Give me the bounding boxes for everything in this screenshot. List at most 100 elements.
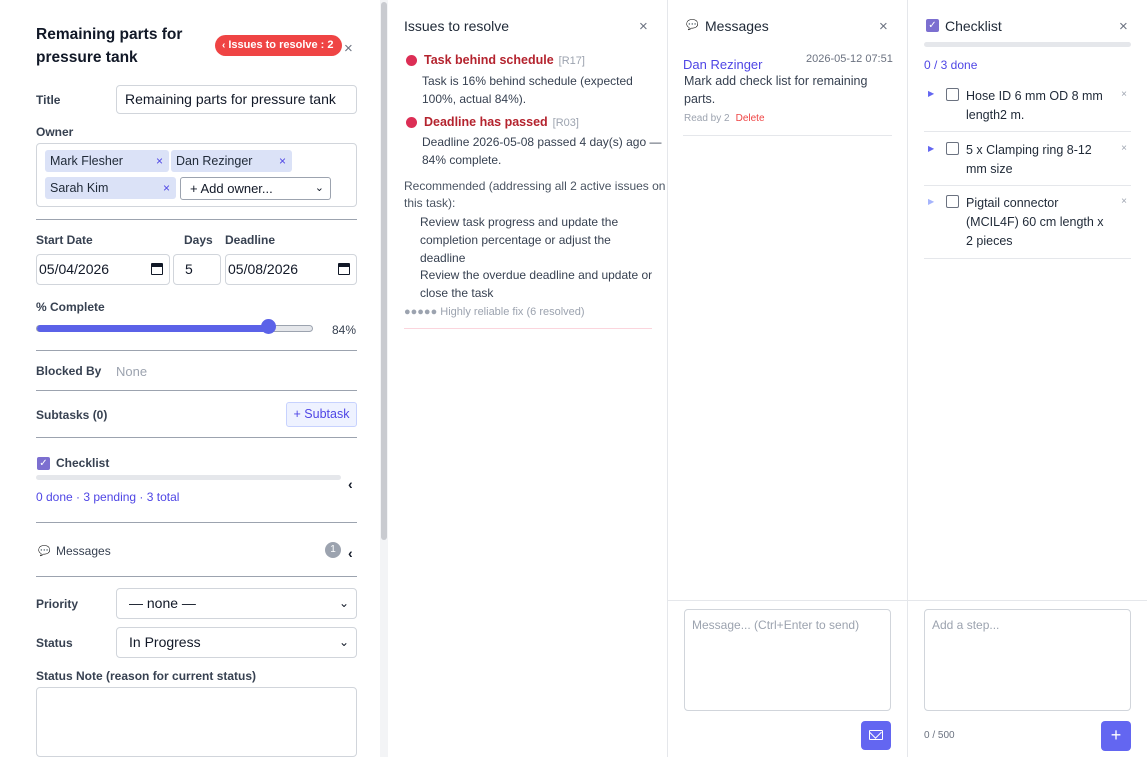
add-subtask-button[interactable]: + Subtask bbox=[286, 402, 357, 427]
checklist-item-line: Hose ID 6 mm OD 8 mm bbox=[966, 89, 1103, 103]
checklist-item[interactable]: ▶ 5 x Clamping ring 8-12 mm size × bbox=[924, 132, 1131, 186]
owner-chip-label: Dan Rezinger bbox=[176, 154, 253, 168]
recommendation-item: Review the overdue deadline and update o… bbox=[420, 266, 652, 302]
issue-code: [R03] bbox=[552, 117, 579, 129]
divider bbox=[36, 576, 357, 577]
divider bbox=[36, 522, 357, 523]
owner-chip: Sarah Kim × bbox=[45, 177, 176, 199]
issues-to-resolve-badge[interactable]: ‹ Issues to resolve : 2 bbox=[215, 35, 342, 56]
start-date-value: 05/04/2026 bbox=[39, 261, 110, 277]
checklist-progress-bar bbox=[36, 475, 341, 480]
add-owner-select[interactable]: + Add owner... ⌄ bbox=[180, 177, 331, 200]
checklist-item-text[interactable]: 5 x Clamping ring 8-12 mm size bbox=[966, 141, 1116, 179]
expand-triangle-icon[interactable]: ▶ bbox=[928, 89, 934, 98]
checklist-item-checkbox[interactable] bbox=[946, 142, 959, 155]
start-date-label: Start Date bbox=[36, 233, 93, 247]
expand-triangle-icon[interactable]: ▶ bbox=[928, 197, 934, 206]
remove-owner-icon[interactable]: × bbox=[156, 150, 163, 172]
divider bbox=[404, 328, 652, 329]
chevron-down-icon: ⌄ bbox=[338, 596, 349, 610]
checklist-panel-title: Checklist bbox=[945, 18, 1002, 34]
close-messages-button[interactable]: × bbox=[879, 19, 888, 34]
priority-select[interactable]: — none — ⌄ bbox=[116, 588, 357, 619]
chat-bubble-icon: 💬 bbox=[686, 20, 699, 31]
issue-severity-icon bbox=[406, 55, 417, 66]
remove-item-icon[interactable]: × bbox=[1121, 196, 1127, 207]
message-author[interactable]: Dan Rezinger bbox=[683, 57, 763, 72]
blocked-by-label: Blocked By bbox=[36, 364, 102, 378]
days-label: Days bbox=[184, 233, 213, 247]
checklist-item-text[interactable]: Hose ID 6 mm OD 8 mm length2 m. bbox=[966, 87, 1116, 125]
messages-panel-title: Messages bbox=[705, 18, 769, 34]
add-step-button[interactable]: + bbox=[1101, 721, 1131, 751]
expand-triangle-icon[interactable]: ▶ bbox=[928, 144, 934, 153]
blocked-by-value[interactable]: None bbox=[116, 364, 147, 379]
days-input[interactable]: 5 bbox=[173, 254, 221, 285]
checklist-item-checkbox[interactable] bbox=[946, 88, 959, 101]
divider bbox=[36, 437, 357, 438]
chevron-left-icon[interactable]: ‹ bbox=[348, 545, 353, 561]
close-task-button[interactable]: × bbox=[344, 41, 353, 56]
status-select[interactable]: In Progress ⌄ bbox=[116, 627, 357, 658]
message-body-line: Mark add check list for remaining bbox=[684, 74, 868, 88]
checklist-item[interactable]: ▶ Hose ID 6 mm OD 8 mm length2 m. × bbox=[924, 80, 1131, 132]
status-value: In Progress bbox=[129, 634, 201, 650]
checklist-item-line: 2 pieces bbox=[966, 234, 1013, 248]
remove-item-icon[interactable]: × bbox=[1121, 143, 1127, 154]
remove-owner-icon[interactable]: × bbox=[163, 177, 170, 199]
envelope-icon bbox=[869, 730, 883, 740]
calendar-icon[interactable] bbox=[338, 263, 350, 275]
checklist-item-checkbox[interactable] bbox=[946, 195, 959, 208]
issues-badge-label: Issues to resolve : 2 bbox=[228, 39, 334, 51]
scrollbar-thumb[interactable] bbox=[381, 2, 387, 540]
divider bbox=[683, 135, 892, 136]
issue-description-line: Deadline 2026-05-08 passed 4 day(s) ago … bbox=[422, 135, 662, 149]
checklist-icon: ✓ bbox=[926, 19, 939, 32]
remove-owner-icon[interactable]: × bbox=[279, 150, 286, 172]
reliability-rating: ●●●●● Highly reliable fix (6 resolved) bbox=[404, 306, 585, 318]
start-date-input[interactable]: 05/04/2026 bbox=[36, 254, 170, 285]
delete-message-link[interactable]: Delete bbox=[736, 113, 765, 124]
complete-slider-fill bbox=[37, 325, 270, 332]
calendar-icon[interactable] bbox=[151, 263, 163, 275]
complete-value: 84% bbox=[332, 323, 357, 337]
deadline-value: 05/08/2026 bbox=[228, 261, 299, 277]
title-label: Title bbox=[36, 93, 61, 107]
divider bbox=[36, 219, 357, 220]
close-checklist-button[interactable]: × bbox=[1119, 19, 1128, 34]
recommendation-line: close the task bbox=[420, 286, 494, 300]
add-step-placeholder: Add a step... bbox=[932, 618, 1000, 632]
issue-description-line: 84% complete. bbox=[422, 153, 502, 167]
deadline-label: Deadline bbox=[225, 233, 276, 247]
title-input[interactable]: Remaining parts for pressure tank bbox=[116, 85, 357, 114]
status-note-textarea[interactable] bbox=[36, 687, 357, 757]
divider bbox=[668, 600, 908, 601]
read-by-label[interactable]: Read by 2 bbox=[684, 113, 730, 124]
remove-item-icon[interactable]: × bbox=[1121, 89, 1127, 100]
issue-description-line: 100%, actual 84%). bbox=[422, 92, 527, 106]
task-panel-scrollbar[interactable] bbox=[380, 0, 388, 757]
issue-severity-icon bbox=[406, 117, 417, 128]
owner-chip: Dan Rezinger × bbox=[171, 150, 292, 172]
status-label: Status bbox=[36, 636, 73, 650]
checklist-summary[interactable]: 0 done · 3 pending · 3 total bbox=[36, 490, 179, 504]
owner-label: Owner bbox=[36, 125, 74, 139]
close-issues-button[interactable]: × bbox=[639, 19, 648, 34]
issues-panel bbox=[388, 0, 668, 757]
task-heading: Remaining parts for pressure tank bbox=[36, 26, 183, 66]
divider bbox=[36, 350, 357, 351]
checklist-item-line: (MCIL4F) 60 cm length x bbox=[966, 215, 1104, 229]
checklist-item-text[interactable]: Pigtail connector (MCIL4F) 60 cm length x… bbox=[966, 194, 1116, 251]
checklist-item[interactable]: ▶ Pigtail connector (MCIL4F) 60 cm length… bbox=[924, 186, 1131, 259]
send-message-button[interactable] bbox=[861, 721, 891, 750]
checklist-icon: ✓ bbox=[37, 457, 50, 470]
deadline-input[interactable]: 05/08/2026 bbox=[225, 254, 357, 285]
recommended-intro: Recommended (addressing all 2 active iss… bbox=[404, 178, 665, 212]
recommended-line: this task): bbox=[404, 196, 456, 210]
messages-section-label: Messages bbox=[56, 544, 111, 558]
recommended-line: Recommended (addressing all 2 active iss… bbox=[404, 179, 666, 193]
chevron-left-icon[interactable]: ‹ bbox=[348, 476, 353, 492]
character-counter: 0 / 500 bbox=[924, 730, 955, 741]
recommendation-line: deadline bbox=[420, 251, 466, 265]
priority-value: — none — bbox=[129, 595, 196, 611]
